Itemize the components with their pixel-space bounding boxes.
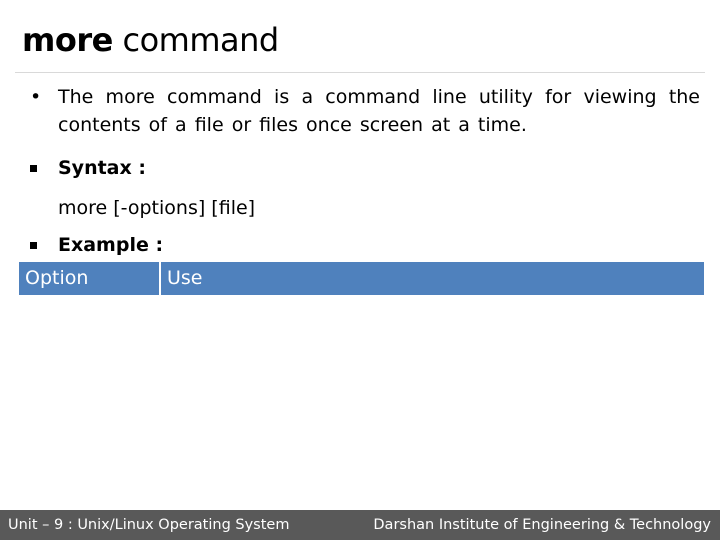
options-table-header: Option Use — [19, 262, 704, 295]
title-divider — [15, 72, 705, 73]
slide-title-rest: command — [112, 21, 279, 59]
bullet-dot-icon: • — [30, 86, 42, 108]
footer-unit-title: Unit – 9 : Unix/Linux Operating System — [8, 517, 290, 533]
syntax-value: more [-options] [file] — [58, 197, 256, 219]
slide-title: more command — [22, 20, 279, 60]
footer-institute-name: Darshan Institute of Engineering & Techn… — [373, 517, 711, 533]
syntax-label: Syntax : — [58, 157, 146, 179]
example-label: Example : — [58, 234, 164, 256]
table-header-option: Option — [19, 262, 161, 295]
slide-title-command: more — [22, 21, 113, 59]
square-bullet-icon — [30, 165, 37, 172]
square-bullet-icon — [30, 242, 37, 249]
table-header-use: Use — [167, 267, 203, 289]
footer-bar: Unit – 9 : Unix/Linux Operating System D… — [0, 510, 720, 540]
bullet-description-text: The more command is a command line utili… — [58, 86, 700, 136]
bullet-syntax: Syntax : — [30, 154, 146, 182]
bullet-example: Example : — [30, 231, 163, 259]
bullet-description: • The more command is a command line uti… — [30, 83, 700, 139]
